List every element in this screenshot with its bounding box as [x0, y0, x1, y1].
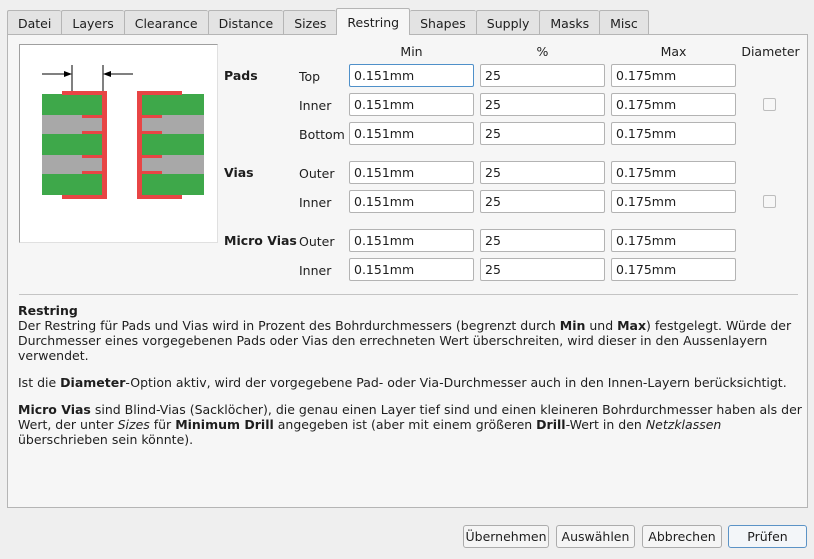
pads-bottom-max-input[interactable]: 0.175mm — [611, 122, 736, 145]
tab-masks[interactable]: Masks — [539, 10, 600, 35]
vias-inner-pct-input[interactable]: 25 — [480, 190, 605, 213]
tab-supply[interactable]: Supply — [475, 10, 540, 35]
micro-vias-group-label: Micro Vias — [224, 233, 297, 248]
restring-preview-image — [19, 44, 218, 243]
vias-outer-pct-input[interactable]: 25 — [480, 161, 605, 184]
vias-outer-label: Outer — [299, 166, 335, 181]
vias-inner-label: Inner — [299, 195, 332, 210]
pads-inner-max-input[interactable]: 0.175mm — [611, 93, 736, 116]
separator — [19, 294, 798, 295]
micro-vias-inner-pct-input[interactable]: 25 — [480, 258, 605, 281]
pads-inner-pct-input[interactable]: 25 — [480, 93, 605, 116]
pads-top-pct-input[interactable]: 25 — [480, 64, 605, 87]
pads-group-label: Pads — [224, 68, 258, 83]
help-title: Restring — [18, 303, 78, 318]
cancel-button[interactable]: Abbrechen — [642, 525, 722, 548]
vias-diameter-checkbox[interactable] — [763, 195, 776, 208]
help-text: Restring Der Restring für Pads und Vias … — [18, 303, 803, 459]
tab-datei[interactable]: Datei — [7, 10, 62, 35]
help-paragraph-1: Der Restring für Pads und Vias wird in P… — [18, 318, 792, 363]
check-button[interactable]: Prüfen — [728, 525, 807, 548]
pads-diameter-checkbox[interactable] — [763, 98, 776, 111]
pads-bottom-pct-input[interactable]: 25 — [480, 122, 605, 145]
pads-inner-label: Inner — [299, 98, 332, 113]
help-paragraph-2: Ist die Diameter-Option aktiv, wird der … — [18, 375, 787, 390]
pads-top-max-input[interactable]: 0.175mm — [611, 64, 736, 87]
pads-inner-min-input[interactable]: 0.151mm — [349, 93, 474, 116]
vias-inner-min-input[interactable]: 0.151mm — [349, 190, 474, 213]
restring-diagram — [42, 65, 204, 199]
tab-distance[interactable]: Distance — [207, 10, 284, 35]
column-max-header: Max — [660, 44, 687, 59]
tab-layers[interactable]: Layers — [61, 10, 124, 35]
column-pct-header: % — [536, 44, 549, 59]
pads-bottom-min-input[interactable]: 0.151mm — [349, 122, 474, 145]
pads-top-label: Top — [299, 69, 321, 84]
micro-vias-inner-max-input[interactable]: 0.175mm — [611, 258, 736, 281]
tab-bar: Datei Layers Clearance Distance Sizes Re… — [7, 8, 649, 35]
help-paragraph-3: Micro Vias sind Blind-Vias (Sacklöcher),… — [18, 402, 802, 447]
micro-vias-inner-min-input[interactable]: 0.151mm — [349, 258, 474, 281]
select-button[interactable]: Auswählen — [556, 525, 635, 548]
tab-clearance[interactable]: Clearance — [123, 10, 208, 35]
vias-outer-max-input[interactable]: 0.175mm — [611, 161, 736, 184]
vias-group-label: Vias — [224, 165, 254, 180]
micro-vias-inner-label: Inner — [299, 263, 332, 278]
pads-bottom-label: Bottom — [299, 127, 345, 142]
micro-vias-outer-min-input[interactable]: 0.151mm — [349, 229, 474, 252]
pads-top-min-input[interactable]: 0.151mm — [349, 64, 474, 87]
restring-panel: Min % Max Diameter Pads Top 0.151mm 25 0… — [7, 34, 808, 508]
tab-restring[interactable]: Restring — [336, 8, 411, 35]
tab-misc[interactable]: Misc — [599, 10, 649, 35]
tab-sizes[interactable]: Sizes — [283, 10, 337, 35]
vias-outer-min-input[interactable]: 0.151mm — [349, 161, 474, 184]
micro-vias-outer-max-input[interactable]: 0.175mm — [611, 229, 736, 252]
column-min-header: Min — [400, 44, 423, 59]
micro-vias-outer-label: Outer — [299, 234, 335, 249]
vias-inner-max-input[interactable]: 0.175mm — [611, 190, 736, 213]
apply-button[interactable]: Übernehmen — [463, 525, 549, 548]
tab-shapes[interactable]: Shapes — [410, 10, 476, 35]
micro-vias-outer-pct-input[interactable]: 25 — [480, 229, 605, 252]
column-diameter-header: Diameter — [741, 44, 800, 59]
